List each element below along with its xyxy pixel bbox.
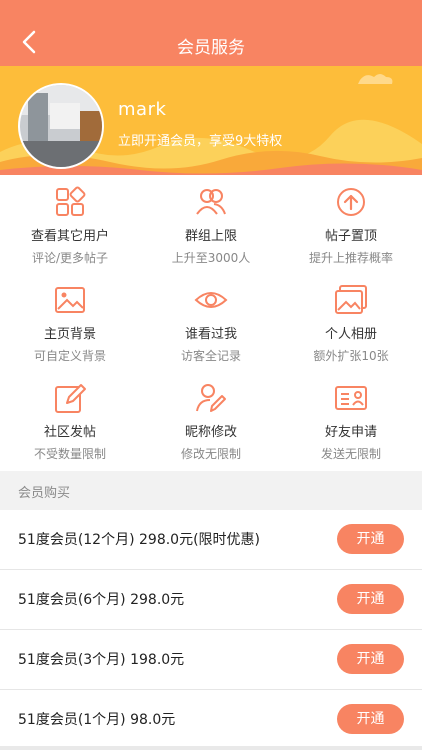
id-card-icon — [335, 386, 367, 410]
plan-name: 51度会员(3个月) 198.0元 — [18, 652, 185, 668]
feature-nickname[interactable]: 昵称修改 修改无限制 — [141, 381, 281, 462]
activate-button[interactable]: 开通 — [337, 704, 404, 734]
plan-row: 51度会员(3个月) 198.0元 开通 — [0, 630, 422, 690]
feature-label: 群组上限 — [184, 229, 237, 244]
plan-name: 51度会员(6个月) 298.0元 — [18, 592, 185, 608]
feature-label: 查看其它用户 — [30, 229, 109, 244]
avatar[interactable] — [18, 83, 104, 169]
plan-list: 51度会员(12个月) 298.0元(限时优惠) 开通 51度会员(6个月) 2… — [0, 510, 422, 749]
feature-posting[interactable]: 社区发帖 不受数量限制 — [0, 381, 140, 462]
feature-album[interactable]: 个人相册 额外扩张10张 — [281, 283, 421, 364]
feature-label: 主页背景 — [43, 327, 96, 342]
feature-desc: 不受数量限制 — [33, 447, 106, 461]
privileges-grid: 查看其它用户 评论/更多帖子 群组上限 上升至3000人 帖子置顶 提升上推荐概… — [0, 175, 422, 471]
purchase-section-title: 会员购买 — [18, 486, 71, 501]
feature-friend-request[interactable]: 好友申请 发送无限制 — [281, 381, 421, 462]
top-bar: 会员服务 — [0, 0, 422, 66]
feature-label: 帖子置顶 — [324, 229, 377, 244]
feature-desc: 评论/更多帖子 — [31, 251, 109, 265]
feature-label: 昵称修改 — [184, 425, 237, 440]
feature-desc: 可自定义背景 — [33, 349, 106, 363]
album-icon — [335, 285, 367, 314]
edit-icon — [55, 384, 86, 413]
membership-tagline: 立即开通会员，享受9大特权 — [118, 134, 283, 149]
avatar-photo — [20, 85, 102, 167]
feature-desc: 提升上推荐概率 — [308, 251, 393, 265]
arrow-up-circle-icon — [337, 188, 365, 216]
feature-home-bg[interactable]: 主页背景 可自定义背景 — [0, 283, 140, 364]
feature-pin-post[interactable]: 帖子置顶 提升上推荐概率 — [281, 185, 421, 266]
feature-desc: 上升至3000人 — [171, 251, 251, 265]
profile-banner: mark 立即开通会员，享受9大特权 — [0, 66, 422, 175]
feature-desc: 额外扩张10张 — [313, 349, 389, 363]
plan-name: 51度会员(1个月) 98.0元 — [18, 712, 176, 728]
feature-label: 谁看过我 — [184, 327, 237, 342]
group-icon — [196, 189, 226, 215]
eye-icon — [194, 292, 228, 308]
page-title: 会员服务 — [177, 38, 245, 58]
activate-button[interactable]: 开通 — [337, 644, 404, 674]
activate-button[interactable]: 开通 — [337, 524, 404, 554]
activate-button[interactable]: 开通 — [337, 584, 404, 614]
feature-visitors[interactable]: 谁看过我 访客全记录 — [141, 283, 281, 364]
username: mark — [118, 99, 167, 120]
image-icon — [55, 287, 85, 313]
bottom-edge — [0, 746, 422, 750]
feature-label: 好友申请 — [324, 425, 377, 440]
plan-row: 51度会员(6个月) 298.0元 开通 — [0, 570, 422, 630]
plan-row: 51度会员(1个月) 98.0元 开通 — [0, 690, 422, 749]
feature-desc: 发送无限制 — [320, 447, 381, 461]
feature-label: 社区发帖 — [43, 425, 96, 440]
plan-name: 51度会员(12个月) 298.0元(限时优惠) — [18, 532, 261, 548]
feature-desc: 访客全记录 — [180, 349, 241, 363]
user-edit-icon — [196, 384, 226, 412]
apps-icon — [56, 186, 86, 216]
feature-view-users[interactable]: 查看其它用户 评论/更多帖子 — [0, 185, 140, 266]
feature-group-limit[interactable]: 群组上限 上升至3000人 — [141, 185, 281, 266]
feature-desc: 修改无限制 — [180, 447, 241, 461]
plan-row: 51度会员(12个月) 298.0元(限时优惠) 开通 — [0, 510, 422, 570]
feature-label: 个人相册 — [324, 327, 377, 342]
